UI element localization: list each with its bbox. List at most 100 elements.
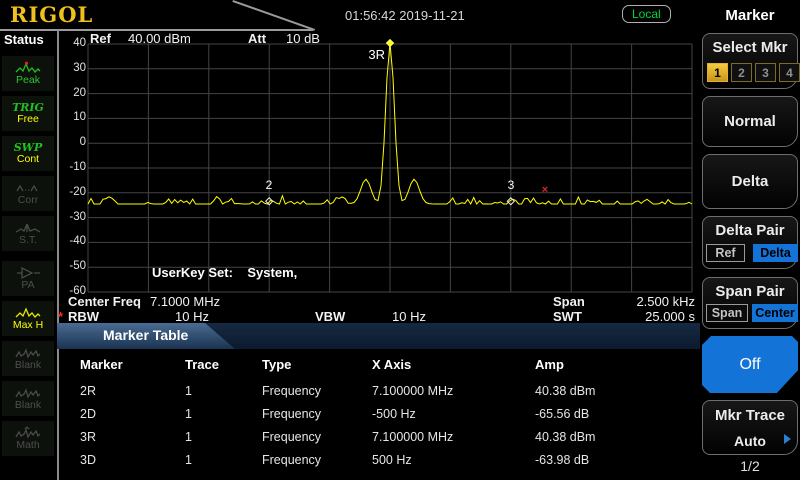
waveform-corr-icon: [15, 181, 41, 195]
span-pair-center-toggle[interactable]: Center: [752, 304, 798, 322]
span-pair-label: Span Pair: [703, 283, 797, 300]
y-tick--10: -10: [58, 161, 86, 173]
off-button[interactable]: Off: [702, 336, 798, 393]
column-header-amp: Amp: [535, 357, 564, 372]
status-indicator-maxh: Max H: [2, 301, 54, 336]
status-label: Math: [16, 440, 39, 451]
amplifier-icon: [15, 266, 41, 280]
rbw-value: 10 Hz: [175, 309, 209, 324]
marker-3-label: 3: [508, 178, 515, 192]
status-label: PA: [21, 280, 34, 291]
table-cell: -65.56 dB: [535, 407, 589, 421]
red-marker-icon: ×: [542, 184, 548, 196]
status-label: Cont: [17, 154, 39, 165]
y-tick-0: 0: [58, 136, 86, 148]
table-cell: 2D: [80, 407, 96, 421]
y-tick--50: -50: [58, 260, 86, 272]
y-tick-10: 10: [58, 111, 86, 123]
table-cell: 1: [185, 407, 192, 421]
clock: 01:56:42 2019-11-21: [345, 8, 465, 23]
waveform-math-icon: [15, 426, 41, 440]
normal-button[interactable]: Normal: [702, 96, 798, 147]
marker-2-label: 2: [266, 178, 273, 192]
status-indicator-math: Math: [2, 421, 54, 456]
status-indicator-corr: Corr: [2, 176, 54, 211]
mkr-trace-value: Auto: [703, 433, 797, 449]
spectrum-analyzer-screen: RIGOL 01:56:42 2019-11-21 Local Status P…: [0, 0, 800, 480]
select-mkr-label: Select Mkr: [703, 39, 797, 56]
status-label: Blank: [15, 360, 41, 371]
delta-pair-label: Delta Pair: [703, 222, 797, 239]
select-mkr-option-1[interactable]: 1: [707, 63, 728, 82]
table-cell: 3D: [80, 453, 96, 467]
status-label: Peak: [16, 75, 40, 86]
center-freq-value: 7.1000 MHz: [150, 294, 220, 309]
span-value: 2.500 kHz: [600, 294, 695, 309]
status-indicator-pa: PA: [2, 261, 54, 296]
status-label: Max H: [13, 320, 43, 331]
vbw-value: 10 Hz: [392, 309, 426, 324]
table-cell: 7.100000 MHz: [372, 430, 453, 444]
table-cell: 40.38 dBm: [535, 430, 595, 444]
y-tick--20: -20: [58, 186, 86, 198]
mkr-trace-label: Mkr Trace: [703, 407, 797, 424]
table-cell: Frequency: [262, 453, 321, 467]
rigol-logo: RIGOL: [10, 2, 93, 27]
select-mkr-option-2[interactable]: 2: [731, 63, 752, 82]
table-cell: 3R: [80, 430, 96, 444]
table-cell: -63.98 dB: [535, 453, 589, 467]
waveform-peak-icon: [15, 61, 41, 75]
menu-page-indicator: 1/2: [700, 458, 800, 474]
table-cell: -500 Hz: [372, 407, 416, 421]
normal-label: Normal: [703, 113, 797, 130]
status-label: S.T.: [19, 235, 37, 246]
span-label: Span: [553, 294, 585, 309]
menu-title: Marker: [700, 7, 800, 24]
table-cell: 2R: [80, 384, 96, 398]
local-badge: Local: [622, 5, 671, 23]
table-cell: 1: [185, 430, 192, 444]
vbw-label: VBW: [315, 309, 345, 324]
status-label: Blank: [15, 400, 41, 411]
span-pair-span-toggle[interactable]: Span: [706, 304, 748, 322]
spectrum-plot: 2 3 3R ×: [88, 36, 692, 296]
status-panel-title: Status: [4, 32, 44, 47]
y-tick-20: 20: [58, 87, 86, 99]
status-label: Corr: [18, 195, 38, 206]
table-cell: 1: [185, 384, 192, 398]
center-freq-label: Center Freq: [68, 294, 141, 309]
marker-table-title: Marker Table: [103, 327, 188, 343]
waveform-icon: [15, 386, 41, 400]
select-mkr-option-3[interactable]: 3: [755, 63, 776, 82]
status-indicator-blank2: Blank: [2, 381, 54, 416]
delta-pair-delta-toggle[interactable]: Delta: [753, 244, 798, 262]
column-header-marker: Marker: [80, 357, 123, 372]
column-header-x-axis: X Axis: [372, 357, 411, 372]
waveform-icon: [15, 346, 41, 360]
delta-button[interactable]: Delta: [702, 154, 798, 209]
waveform-max-icon: [15, 306, 41, 320]
swt-label: SWT: [553, 309, 582, 324]
waveform-st-icon: [15, 221, 41, 235]
select-mkr-option-4[interactable]: 4: [779, 63, 800, 82]
table-cell: Frequency: [262, 384, 321, 398]
y-tick-40: 40: [58, 37, 86, 49]
marker-3r-label: 3R: [368, 47, 385, 62]
table-cell: 500 Hz: [372, 453, 412, 467]
column-header-type: Type: [262, 357, 291, 372]
delta-pair-ref-toggle[interactable]: Ref: [706, 244, 745, 262]
topbar-diagonal: [232, 0, 315, 31]
delta-label: Delta: [703, 173, 797, 190]
status-indicator-peak: Peak: [2, 56, 54, 91]
table-cell: Frequency: [262, 407, 321, 421]
column-header-trace: Trace: [185, 357, 219, 372]
y-tick--40: -40: [58, 235, 86, 247]
table-cell: 7.100000 MHz: [372, 384, 453, 398]
y-tick-30: 30: [58, 62, 86, 74]
table-cell: 40.38 dBm: [535, 384, 595, 398]
table-cell: 1: [185, 453, 192, 467]
rbw-label: RBW: [68, 309, 99, 324]
mkr-trace-button[interactable]: Mkr Trace Auto: [702, 400, 798, 455]
swt-value: 25.000 s: [600, 309, 695, 324]
status-indicator-blank1: Blank: [2, 341, 54, 376]
